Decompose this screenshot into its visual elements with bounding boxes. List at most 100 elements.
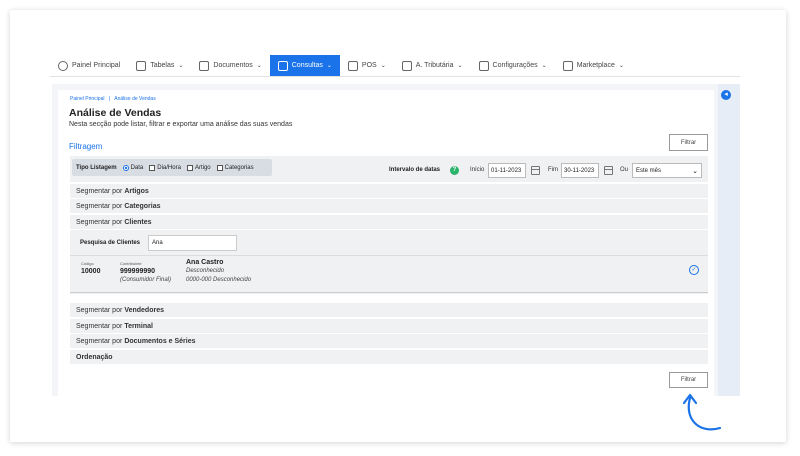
segment-clientes[interactable]: Segmentar por Clientes [70, 215, 708, 230]
dashboard-icon [58, 60, 68, 71]
right-sidebar [718, 84, 740, 396]
ordenacao-row[interactable]: Ordenação [70, 350, 708, 365]
period-select[interactable]: Este mês ⌄ [632, 163, 702, 178]
chevron-down-icon: ⌄ [380, 63, 386, 69]
segment-name: Artigos [124, 187, 149, 195]
client-result-row[interactable] [70, 255, 708, 293]
tipo-listagem-label: Tipo Listagem [76, 164, 117, 171]
start-label: Início [470, 167, 485, 173]
segment-prefix: Segmentar por [76, 337, 123, 345]
nav-item-documentos[interactable]: Documentos ⌄ [191, 55, 269, 76]
taxpayer-label: Contribuinte [120, 261, 142, 266]
page-title: Análise de Vendas [69, 107, 162, 119]
settings-icon [478, 60, 489, 71]
checkbox-icon[interactable] [216, 164, 223, 171]
checkbox-icon[interactable] [149, 164, 156, 171]
option-label: Data [130, 164, 144, 171]
nav-item-painel-principal[interactable]: Painel Principal [50, 55, 128, 76]
client-line3: 0000-000 Desconhecido [186, 277, 252, 283]
segment-name: Vendedores [124, 306, 164, 314]
pos-icon [347, 60, 358, 71]
chevron-down-icon: ⌄ [256, 63, 262, 69]
help-icon[interactable]: ? [450, 166, 459, 175]
interval-label: Intervalo de datas [389, 167, 441, 173]
filter-button-top[interactable]: Filtrar [669, 134, 708, 151]
radio-icon[interactable] [122, 164, 129, 171]
end-label: Fim [548, 167, 558, 173]
section-title-filtragem: Filtragem [69, 142, 103, 151]
nav-label: POS [361, 62, 377, 69]
segment-name: Documentos e Séries [124, 337, 196, 345]
code-label: Código [81, 261, 94, 266]
page-subtitle: Nesta secção pode listar, filtrar e expo… [69, 121, 293, 128]
segment-categorias[interactable]: Segmentar por Categorias [70, 199, 708, 214]
client-code: 10000 [81, 268, 101, 275]
marketplace-icon [562, 60, 573, 71]
segment-prefix: Segmentar por [76, 202, 123, 210]
segment-name: Clientes [124, 218, 152, 226]
breadcrumb: Painel Principal | Análise de Vendas [70, 96, 156, 102]
end-date-input[interactable]: 30-11-2023 [561, 163, 599, 178]
main-nav: Painel Principal Tabelas ⌄ Documentos ⌄ … [50, 55, 740, 77]
nav-item-pos[interactable]: POS ⌄ [340, 55, 394, 76]
nav-item-tabelas[interactable]: Tabelas ⌄ [128, 55, 191, 76]
option-dia-hora[interactable]: Dia/Hora [149, 164, 181, 171]
table-icon [136, 60, 147, 71]
chart-icon [277, 60, 288, 71]
segment-name: Categorias [124, 202, 161, 210]
chevron-down-icon: ⌄ [326, 63, 332, 69]
option-label: Categorias [224, 164, 254, 171]
breadcrumb-home[interactable]: Painel Principal [70, 96, 104, 102]
nav-item-marketplace[interactable]: Marketplace ⌄ [555, 55, 632, 76]
nav-label: Marketplace [576, 62, 615, 69]
client-taxpayer-note: (Consumidor Final) [120, 277, 172, 283]
chevron-down-icon: ⌄ [618, 63, 624, 69]
filter-button-bottom[interactable]: Filtrar [669, 372, 708, 388]
segment-prefix: Segmentar por [76, 322, 123, 330]
collapse-arrow-icon[interactable]: ◂ [721, 90, 731, 100]
curved-arrow-icon [682, 393, 722, 431]
start-date-input[interactable]: 01-11-2023 [488, 163, 526, 178]
segment-documentos[interactable]: Segmentar por Documentos e Séries [70, 334, 708, 349]
client-search-label: Pesquisa de Clientes [80, 240, 141, 246]
checkbox-icon[interactable] [186, 164, 193, 171]
option-label: Artigo [194, 164, 211, 171]
option-data[interactable]: Data [122, 164, 144, 171]
nav-label: Consultas [291, 62, 323, 69]
option-label: Dia/Hora [157, 164, 181, 171]
segment-vendedores[interactable]: Segmentar por Vendedores [70, 303, 708, 318]
option-artigo[interactable]: Artigo [186, 164, 211, 171]
chevron-down-icon: ⌄ [541, 63, 547, 69]
chevron-down-icon: ⌄ [692, 167, 698, 175]
segment-artigos[interactable]: Segmentar por Artigos [70, 184, 708, 199]
nav-label: Painel Principal [72, 62, 121, 69]
tipo-listagem-group: Tipo Listagem Data Dia/Hora Artigo Categ… [72, 159, 272, 176]
nav-label: Configurações [492, 62, 538, 69]
nav-label: A. Tributária [415, 62, 454, 69]
check-circle-icon[interactable]: ✓ [689, 265, 699, 275]
nav-item-consultas[interactable]: Consultas ⌄ [269, 55, 340, 76]
period-select-value: Este mês [636, 167, 662, 174]
segment-name: Terminal [124, 322, 153, 330]
client-taxpayer: 999999990 [120, 268, 156, 275]
or-label: Ou [620, 167, 629, 173]
segment-prefix: Segmentar por [76, 187, 123, 195]
segment-prefix: Segmentar por [76, 218, 123, 226]
tax-icon [401, 60, 412, 71]
nav-item-configuracoes[interactable]: Configurações ⌄ [471, 55, 555, 76]
segment-terminal[interactable]: Segmentar por Terminal [70, 319, 708, 334]
nav-label: Documentos [213, 62, 253, 69]
chevron-down-icon: ⌄ [178, 63, 184, 69]
breadcrumb-current[interactable]: Análise de Vendas [114, 96, 155, 102]
nav-label: Tabelas [150, 62, 175, 69]
calendar-icon[interactable] [531, 166, 540, 175]
document-icon [199, 60, 210, 71]
client-search-input[interactable]: Ana [148, 235, 237, 251]
segment-prefix: Segmentar por [76, 306, 123, 314]
calendar-icon[interactable] [604, 166, 613, 175]
chevron-down-icon: ⌄ [457, 63, 463, 69]
option-categorias[interactable]: Categorias [216, 164, 254, 171]
client-line2: Desconhecido [186, 268, 225, 274]
ordenacao-label: Ordenação [76, 353, 113, 361]
nav-item-a-tributaria[interactable]: A. Tributária ⌄ [394, 55, 471, 76]
